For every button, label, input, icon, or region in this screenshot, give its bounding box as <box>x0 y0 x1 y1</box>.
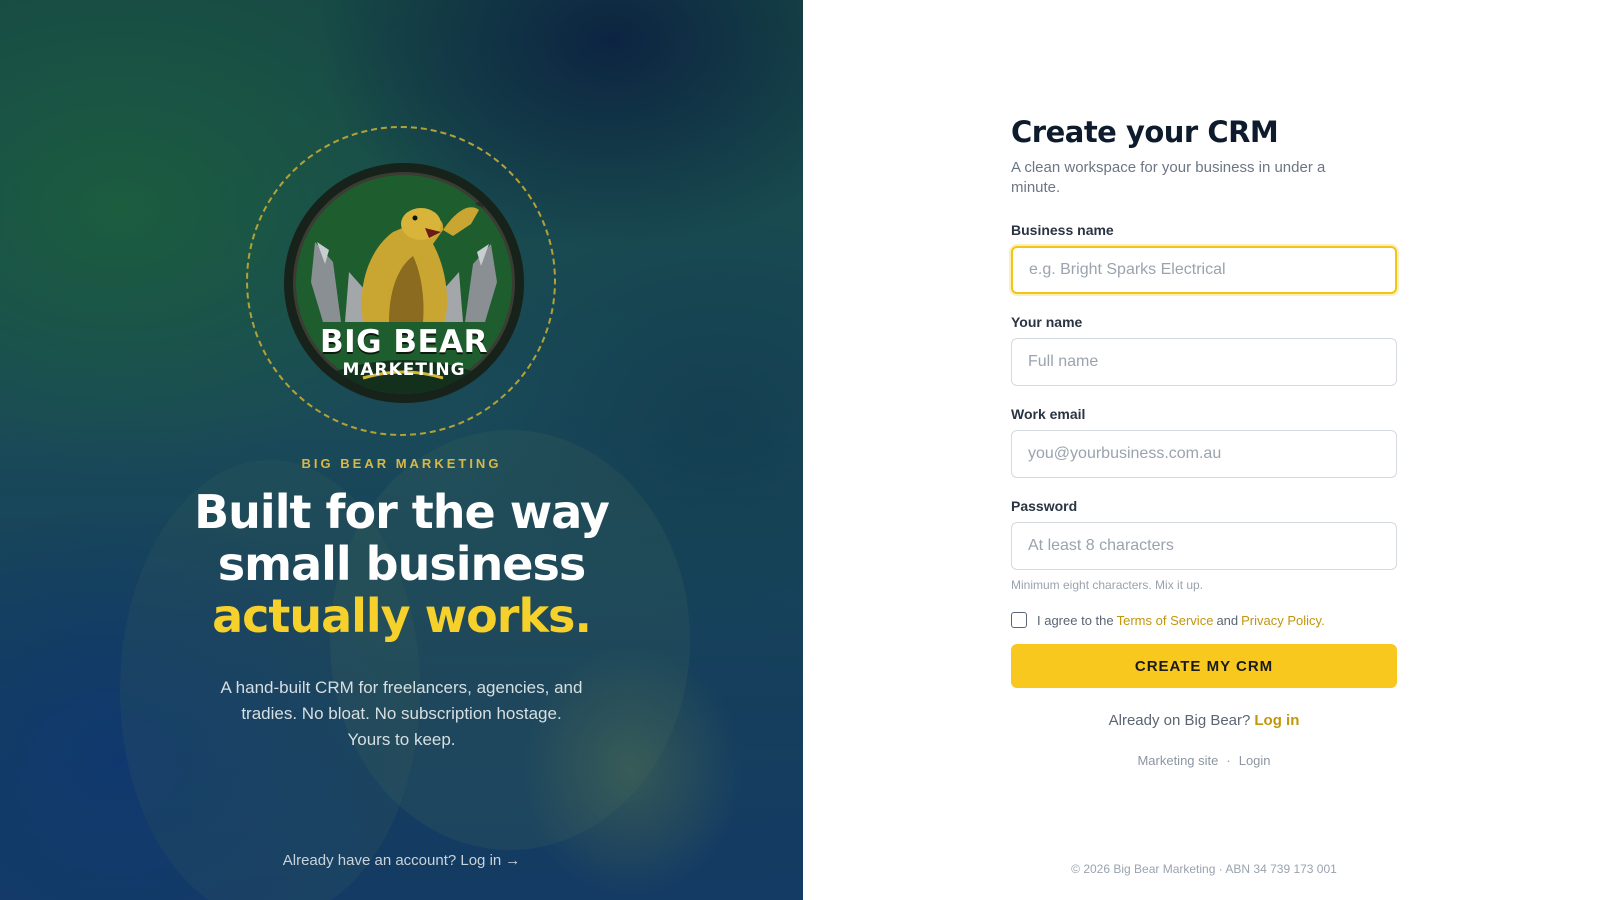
privacy-policy-link[interactable]: Privacy Policy. <box>1241 613 1325 628</box>
login-prompt-text: Already on Big Bear? <box>1108 712 1251 729</box>
description-line: tradies. No bloat. No subscription hosta… <box>241 704 562 723</box>
headline-line: small business <box>217 537 586 591</box>
description-line: Yours to keep. <box>347 730 456 749</box>
agree-prefix: I agree to the <box>1037 612 1114 628</box>
logo-ring: BIG BEAR MARKETING <box>246 126 556 436</box>
headline-highlight: actually works. <box>212 589 592 643</box>
business-name-label: Business name <box>1011 222 1114 238</box>
your-name-label: Your name <box>1011 314 1083 330</box>
signup-form: Create your CRM A clean workspace for yo… <box>1011 114 1397 768</box>
footer-login-link[interactable]: Login <box>1239 753 1271 768</box>
hero-description: A hand-built CRM for freelancers, agenci… <box>0 675 803 753</box>
hero-headline: Built for the way small business actuall… <box>0 486 803 642</box>
work-email-field: Work email <box>1011 406 1397 478</box>
logo-subtitle: MARKETING <box>342 360 466 380</box>
your-name-input[interactable] <box>1011 338 1397 386</box>
marketing-site-link[interactable]: Marketing site <box>1137 753 1218 768</box>
page-title: Create your CRM <box>1011 115 1279 149</box>
agree-and: and <box>1216 612 1239 628</box>
separator: · <box>1226 753 1231 768</box>
brand-eyebrow: BIG BEAR MARKETING <box>301 456 502 471</box>
terms-checkbox[interactable] <box>1011 612 1027 628</box>
arrow-right-icon: → <box>505 852 521 869</box>
password-input[interactable] <box>1011 522 1397 570</box>
copyright: © 2026 Big Bear Marketing · ABN 34 739 1… <box>1071 862 1337 876</box>
create-crm-button[interactable]: CREATE MY CRM <box>1011 644 1397 688</box>
login-prompt: Already on Big Bear? Log in <box>1011 712 1397 729</box>
brand-panel: BIG BEAR MARKETING BIG BEAR MARKETING Bu… <box>0 0 803 900</box>
password-hint: Minimum eight characters. Mix it up. <box>1011 578 1204 592</box>
footer-links: Marketing site · Login <box>1011 753 1397 768</box>
signup-panel: Create your CRM A clean workspace for yo… <box>803 0 1600 900</box>
existing-account-link[interactable]: Already have an account? Log in → <box>0 852 803 869</box>
password-label: Password <box>1011 498 1078 514</box>
work-email-input[interactable] <box>1011 430 1397 478</box>
login-link[interactable]: Log in <box>1254 712 1299 729</box>
your-name-field: Your name <box>1011 314 1397 386</box>
work-email-label: Work email <box>1011 406 1086 422</box>
page-subtitle: A clean workspace for your business in u… <box>1011 159 1326 196</box>
headline-line: Built for the way <box>194 485 610 539</box>
business-name-field: Business name <box>1011 222 1397 294</box>
password-field: Password Minimum eight characters. Mix i… <box>1011 498 1397 592</box>
brand-logo: BIG BEAR MARKETING <box>284 163 524 403</box>
terms-agreement: I agree to the Terms of Service and Priv… <box>1011 612 1397 628</box>
description-line: A hand-built CRM for freelancers, agenci… <box>220 678 583 697</box>
logo-wordmark: BIG BEAR <box>319 324 489 360</box>
business-name-input[interactable] <box>1011 246 1397 294</box>
existing-account-text[interactable]: Already have an account? Log in <box>283 852 502 869</box>
terms-of-service-link[interactable]: Terms of Service <box>1117 613 1214 628</box>
